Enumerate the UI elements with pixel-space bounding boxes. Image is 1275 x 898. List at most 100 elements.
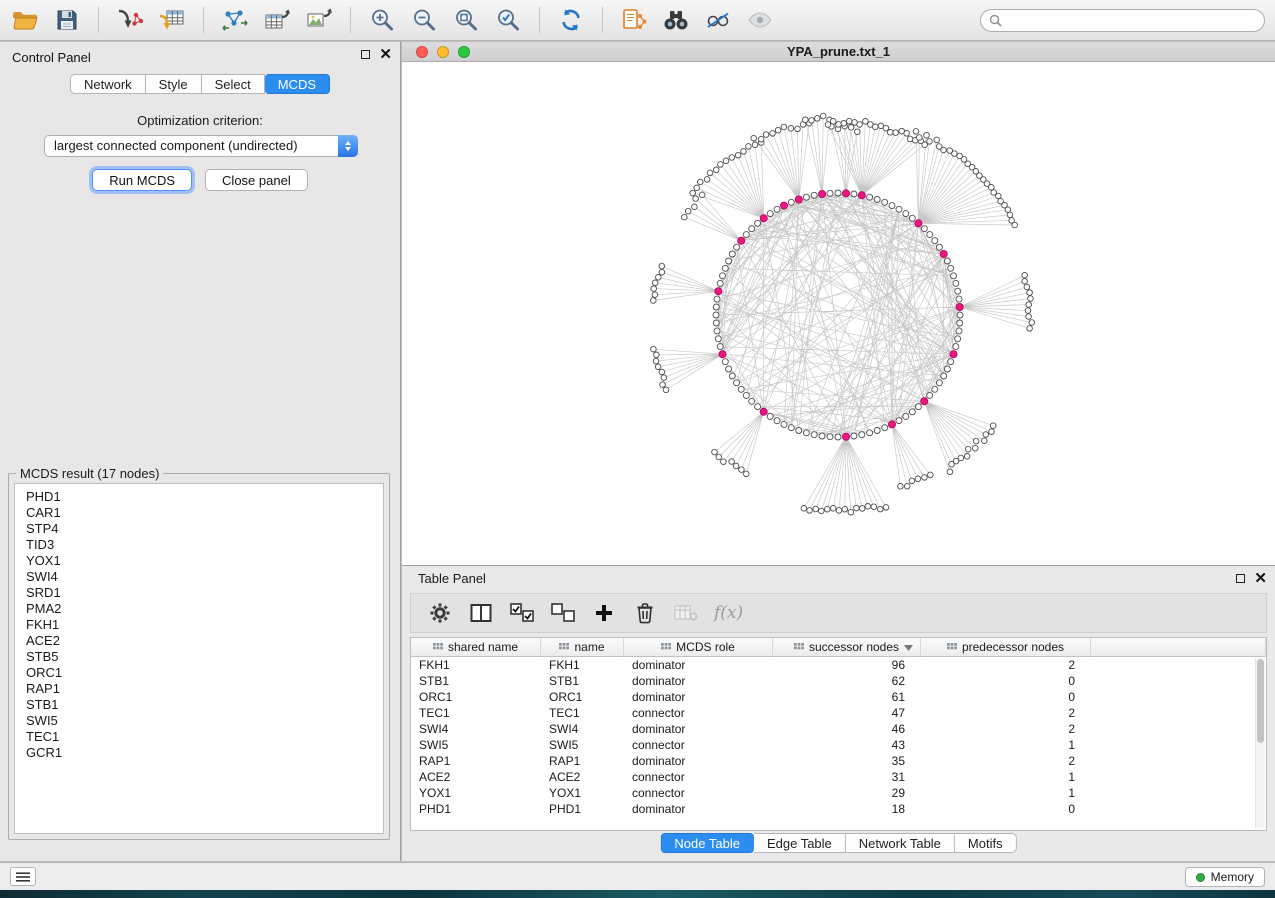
network-node[interactable] [956,328,962,334]
network-node[interactable] [781,421,787,427]
network-node[interactable] [982,438,988,444]
table-cell[interactable]: 96 [773,658,921,672]
import-table-icon[interactable] [157,5,187,35]
network-node[interactable] [693,196,699,202]
network-node[interactable] [781,124,787,130]
network-node[interactable] [936,380,942,386]
mcds-result-item[interactable]: RAP1 [26,681,383,697]
network-node[interactable] [796,428,802,434]
network-node[interactable] [660,382,666,388]
network-node[interactable] [827,434,833,440]
network-node[interactable] [713,167,719,173]
network-node[interactable] [652,292,658,298]
network-node[interactable] [867,430,873,436]
table-cell[interactable]: 29 [773,786,921,800]
network-node[interactable] [716,454,722,460]
network-node[interactable] [1024,284,1030,290]
table-cell[interactable]: TEC1 [411,706,541,720]
network-node[interactable] [735,152,741,158]
network-node[interactable] [1022,279,1028,285]
network-node[interactable] [889,203,895,209]
network-node[interactable] [803,117,809,123]
network-node[interactable] [922,475,928,481]
network-node[interactable] [852,120,858,126]
network-node[interactable] [809,118,815,124]
network-node[interactable] [1027,290,1033,296]
network-node[interactable] [788,126,794,132]
table-tab-edge-table[interactable]: Edge Table [754,833,846,853]
table-cell[interactable]: 1 [921,738,1091,752]
network-node[interactable] [913,129,919,135]
network-node[interactable] [851,191,857,197]
network-node[interactable] [714,328,720,334]
network-node[interactable] [917,135,923,141]
zoom-selected-icon[interactable] [493,5,523,35]
table-cell[interactable]: 2 [921,658,1091,672]
network-node[interactable] [755,404,761,410]
find-binoculars-icon[interactable] [661,5,691,35]
mcds-result-item[interactable]: PMA2 [26,601,383,617]
dominator-node[interactable] [738,237,745,244]
table-row[interactable]: PHD1PHD1dominator180 [411,801,1266,817]
network-node[interactable] [903,413,909,419]
network-node[interactable] [685,208,691,214]
dominator-node[interactable] [719,351,726,358]
network-node[interactable] [652,280,658,286]
dominator-node[interactable] [956,303,963,310]
dominator-node[interactable] [921,398,928,405]
network-node[interactable] [989,429,995,435]
network-node[interactable] [795,126,801,132]
network-node[interactable] [707,170,713,176]
network-node[interactable] [1027,326,1033,332]
table-cell[interactable]: SWI4 [541,722,624,736]
dominator-node[interactable] [760,408,767,415]
network-node[interactable] [896,206,902,212]
network-node[interactable] [712,449,718,455]
network-node[interactable] [803,194,809,200]
network-node[interactable] [936,244,942,250]
add-row-icon[interactable] [591,600,617,626]
network-node[interactable] [909,215,915,221]
table-cell[interactable]: dominator [624,690,773,704]
network-node[interactable] [1029,320,1035,326]
network-node[interactable] [878,506,884,512]
network-node[interactable] [715,336,721,342]
zoom-in-icon[interactable] [367,5,397,35]
network-node[interactable] [774,206,780,212]
network-node[interactable] [749,398,755,404]
network-node[interactable] [991,190,997,196]
table-cell[interactable]: SWI4 [411,722,541,736]
table-cell[interactable]: RAP1 [411,754,541,768]
network-node[interactable] [846,118,852,124]
network-node[interactable] [882,425,888,431]
mcds-result-list[interactable]: PHD1CAR1STP4TID3YOX1SWI4SRD1PMA2FKH1ACE2… [14,483,384,834]
table-cell[interactable]: ORC1 [541,690,624,704]
table-cell[interactable]: 35 [773,754,921,768]
network-node[interactable] [903,211,909,217]
network-node[interactable] [733,463,739,469]
table-cell[interactable]: PHD1 [411,802,541,816]
table-cell[interactable]: 62 [773,674,921,688]
table-cell[interactable]: SWI5 [411,738,541,752]
network-node[interactable] [713,320,719,326]
table-cell[interactable]: 0 [921,802,1091,816]
dominator-node[interactable] [858,192,865,199]
network-node[interactable] [820,113,826,119]
table-cell[interactable]: ORC1 [411,690,541,704]
import-network-icon[interactable] [115,5,145,35]
network-node[interactable] [661,375,667,381]
network-node[interactable] [1009,218,1015,224]
network-node[interactable] [775,127,781,133]
mcds-result-item[interactable]: GCR1 [26,745,383,761]
run-mcds-button[interactable]: Run MCDS [92,169,192,191]
table-row[interactable]: SWI5SWI5connector431 [411,737,1266,753]
network-node[interactable] [744,471,750,477]
dominator-node[interactable] [760,215,767,222]
network-node[interactable] [924,132,930,138]
table-cell[interactable]: 43 [773,738,921,752]
network-node[interactable] [915,476,921,482]
network-node[interactable] [1025,308,1031,314]
network-node[interactable] [973,445,979,451]
network-node[interactable] [927,232,933,238]
maximize-window-button[interactable] [458,46,470,58]
